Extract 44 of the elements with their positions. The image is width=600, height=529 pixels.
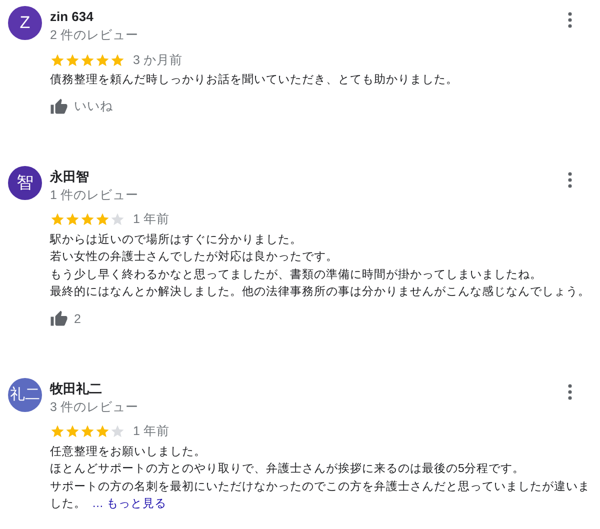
star-icon (80, 424, 95, 439)
reviewer-name[interactable]: zin 634 (50, 8, 94, 26)
avatar[interactable]: Z (8, 6, 42, 40)
star-icon (65, 424, 80, 439)
reviewer-name[interactable]: 牧田礼二 (50, 380, 102, 398)
star-icon (65, 212, 80, 227)
review-count: 3 件のレビュー (50, 398, 138, 416)
review-text: 任意整理をお願いしました。 (50, 444, 206, 460)
review-time: 1 年前 (133, 211, 170, 228)
star-icon (95, 212, 110, 227)
more-vert-icon (568, 384, 572, 400)
star-icon (65, 52, 80, 68)
review-count: 1 件のレビュー (50, 186, 138, 204)
more-vert-icon (568, 172, 572, 188)
more-link[interactable]: … もっと見る (92, 496, 167, 514)
avatar[interactable]: 礼二 (8, 378, 42, 412)
star-icon (110, 212, 125, 227)
review-time: 3 か月前 (133, 52, 182, 68)
reviewer-name[interactable]: 永田智 (50, 168, 89, 186)
like-button[interactable]: いいね (50, 98, 113, 116)
review-text: した。 (50, 497, 86, 512)
star-icon (110, 52, 125, 68)
review-text: 若い女性の弁護士さんでしたが対応は良かったです。 (50, 249, 338, 265)
star-icon (95, 424, 110, 439)
review-time: 1 年前 (133, 423, 170, 440)
thumbs-up-icon (50, 310, 68, 328)
star-icon (110, 424, 125, 439)
star-icon (50, 424, 65, 439)
thumbs-up-icon (50, 98, 68, 116)
star-icon (50, 212, 65, 227)
star-icon (80, 212, 95, 227)
review-text: 駅からは近いので場所はすぐに分かりました。 (50, 232, 302, 248)
review-text: 債務整理を頼んだ時しっかりお話を聞いていただき、とても助かりました。 (50, 72, 458, 88)
review-text: ほとんどサポートの方とのやり取りで、弁護士さんが挨拶に来るのは最後の5分程です。 (50, 461, 524, 477)
more-vert-icon (568, 12, 572, 28)
review-count: 2 件のレビュー (50, 27, 138, 44)
star-icon (80, 52, 95, 68)
star-icon (95, 52, 110, 68)
avatar[interactable]: 智 (8, 166, 42, 200)
review-text: サポートの方の名刺を最初にいただけなかったのでこの方を弁護士さんだと思っていましたが違いま (50, 479, 590, 494)
review-text: 最終的にはなんとか解決しました。他の法律事務所の事は分かりませんがこんな感じなんでしょう。 (50, 284, 590, 300)
like-button[interactable]: 2 (50, 310, 81, 328)
review-text: もう少し早く終わるかなと思ってましたが、書類の準備に時間が掛かってしまいましたね。 (50, 268, 542, 282)
star-icon (50, 52, 65, 68)
